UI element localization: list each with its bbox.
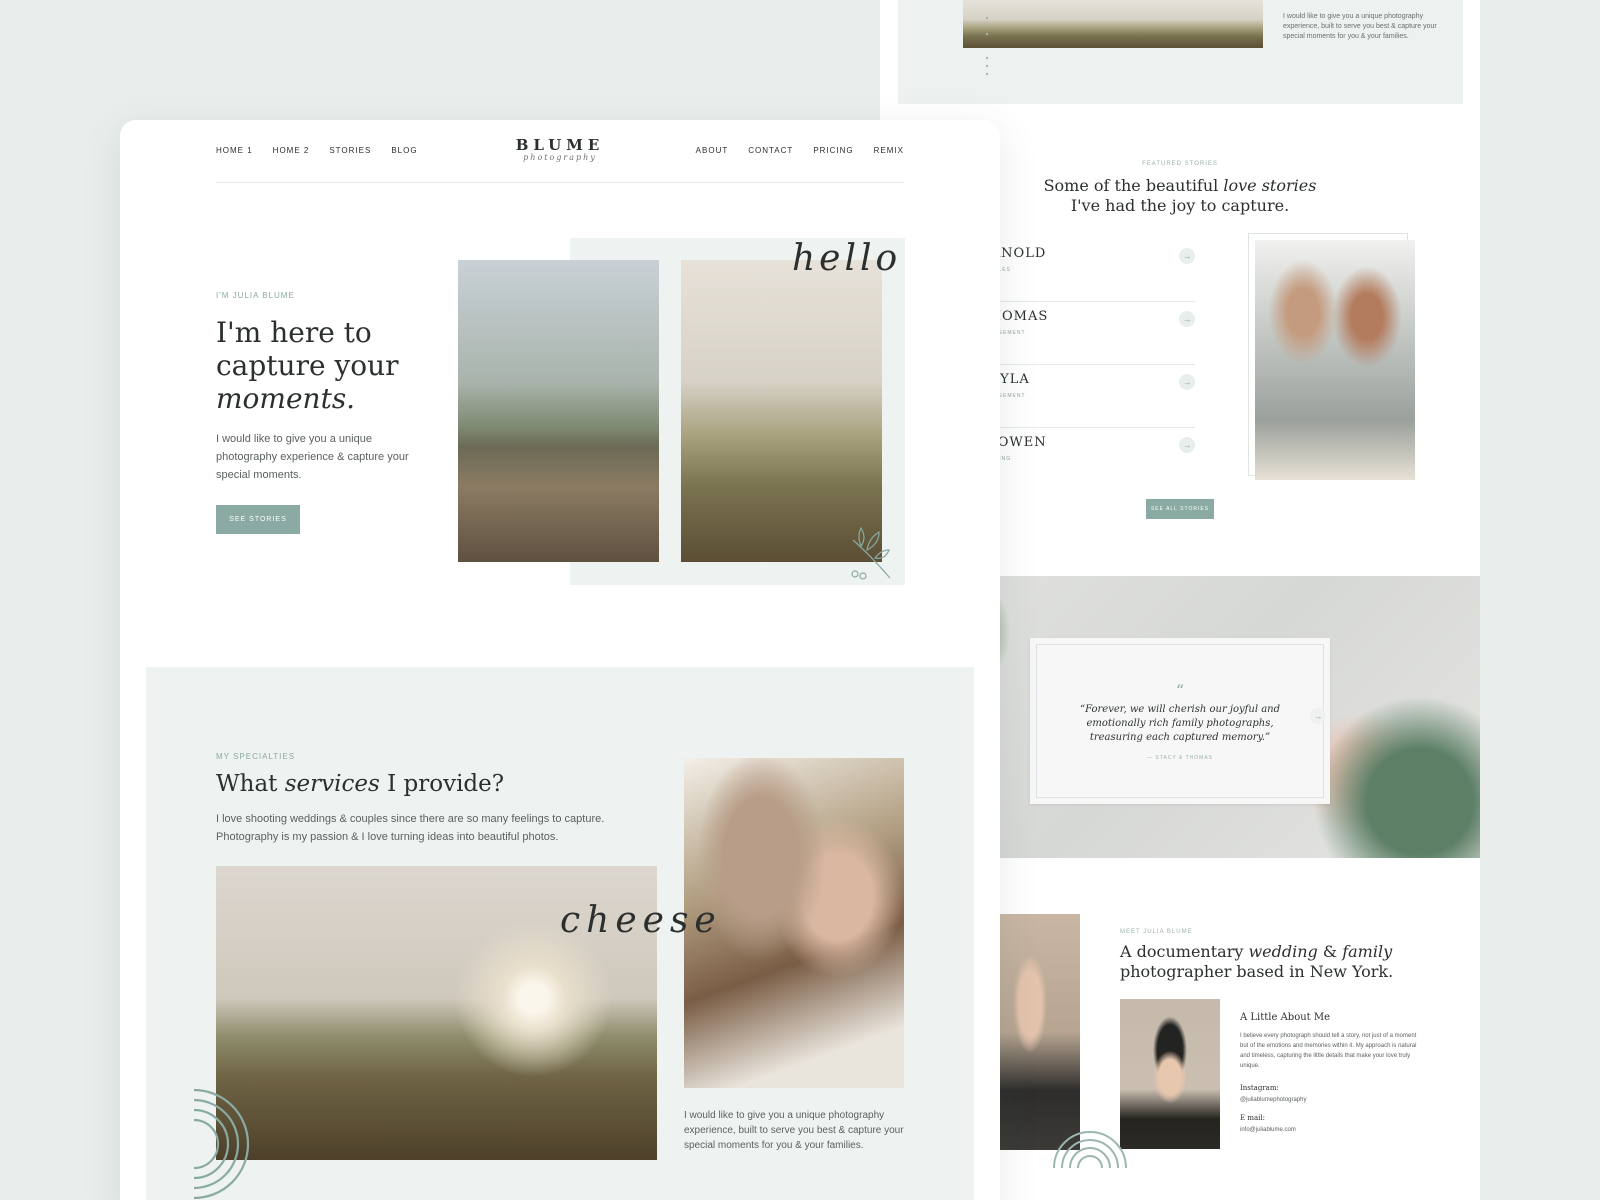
- arc-deco-icon: [1053, 1131, 1127, 1168]
- about-label: MEET JULIA BLUME: [1120, 929, 1193, 935]
- story-row[interactable]: THOMAS ENGAGEMENT →: [980, 303, 1195, 365]
- services-caption: I would like to give you a unique photog…: [684, 1110, 904, 1151]
- about-heading: A Little About Me: [1240, 1012, 1331, 1023]
- hero-body: I would like to give you a unique photog…: [216, 433, 409, 481]
- main-page-preview: HOME 1 HOME 2 STORIES BLOG BLUME photogr…: [120, 120, 1000, 1200]
- nav-right: ABOUT CONTACT PRICING REMIX: [696, 146, 904, 155]
- portrait-photo: [1120, 999, 1220, 1149]
- services-body: I love shooting weddings & couples since…: [216, 813, 605, 843]
- hero-label: I'M JULIA BLUME: [216, 291, 295, 300]
- couple-dock-photo: [458, 260, 659, 562]
- featured-couple-photo: [1255, 240, 1415, 480]
- arc-deco-icon: [985, 17, 988, 75]
- instagram-handle[interactable]: @juliablumephotography: [1240, 1097, 1306, 1103]
- arc-deco-icon: [194, 1088, 250, 1200]
- services-title: What services I provide?: [216, 771, 505, 797]
- nav-item-pricing[interactable]: PRICING: [813, 146, 853, 155]
- about-title: A documentary wedding & family photograp…: [1120, 942, 1394, 981]
- hero-title: I'm here to capture your moments.: [216, 316, 399, 415]
- testimonial-quote: “Forever, we will cherish our joyful and…: [1079, 704, 1281, 743]
- testimonial-card: “ “Forever, we will cherish our joyful a…: [1030, 638, 1330, 804]
- intro-text: I would like to give you a unique photog…: [1283, 13, 1437, 40]
- story-row[interactable]: ARNOLD COUPLES →: [980, 240, 1195, 302]
- nav-divider: [216, 182, 904, 183]
- logo-text: BLUME: [515, 136, 605, 154]
- nav-item-remix[interactable]: REMIX: [874, 146, 904, 155]
- nav-item-contact[interactable]: CONTACT: [748, 146, 793, 155]
- testimonial-border: “ “Forever, we will cherish our joyful a…: [1036, 644, 1324, 798]
- services-label: MY SPECIALTIES: [216, 752, 296, 761]
- cheese-script: cheese: [560, 900, 722, 941]
- story-row[interactable]: & OWEN WEDDING →: [980, 429, 1195, 491]
- hello-script: hello: [792, 238, 902, 279]
- quote-icon: “: [1175, 681, 1185, 700]
- couple-field-photo: [681, 260, 882, 562]
- arrow-right-icon[interactable]: →: [1179, 311, 1195, 327]
- testimonial-author: — STACY & THOMAS: [1146, 755, 1213, 761]
- leaf-icon: [851, 526, 891, 580]
- email-label: E mail:: [1240, 1114, 1265, 1122]
- see-all-stories-button[interactable]: SEE ALL STORIES: [1146, 499, 1214, 519]
- email-address[interactable]: info@juliablume.com: [1240, 1127, 1296, 1133]
- arrow-right-icon[interactable]: →: [1179, 437, 1195, 453]
- see-stories-button[interactable]: SEE STORIES: [216, 505, 300, 534]
- couple-photo: [963, 0, 1263, 48]
- about-body: I believe every photograph should tell a…: [1240, 1033, 1417, 1069]
- arrow-right-icon[interactable]: →: [1310, 708, 1326, 724]
- nav-item-about[interactable]: ABOUT: [696, 146, 729, 155]
- instagram-label: Instagram:: [1240, 1084, 1279, 1092]
- arrow-right-icon[interactable]: →: [1179, 374, 1195, 390]
- arrow-right-icon[interactable]: →: [1179, 248, 1195, 264]
- story-row[interactable]: LEYLA ENGAGEMENT →: [980, 366, 1195, 428]
- top-band: I would like to give you a unique photog…: [898, 0, 1463, 104]
